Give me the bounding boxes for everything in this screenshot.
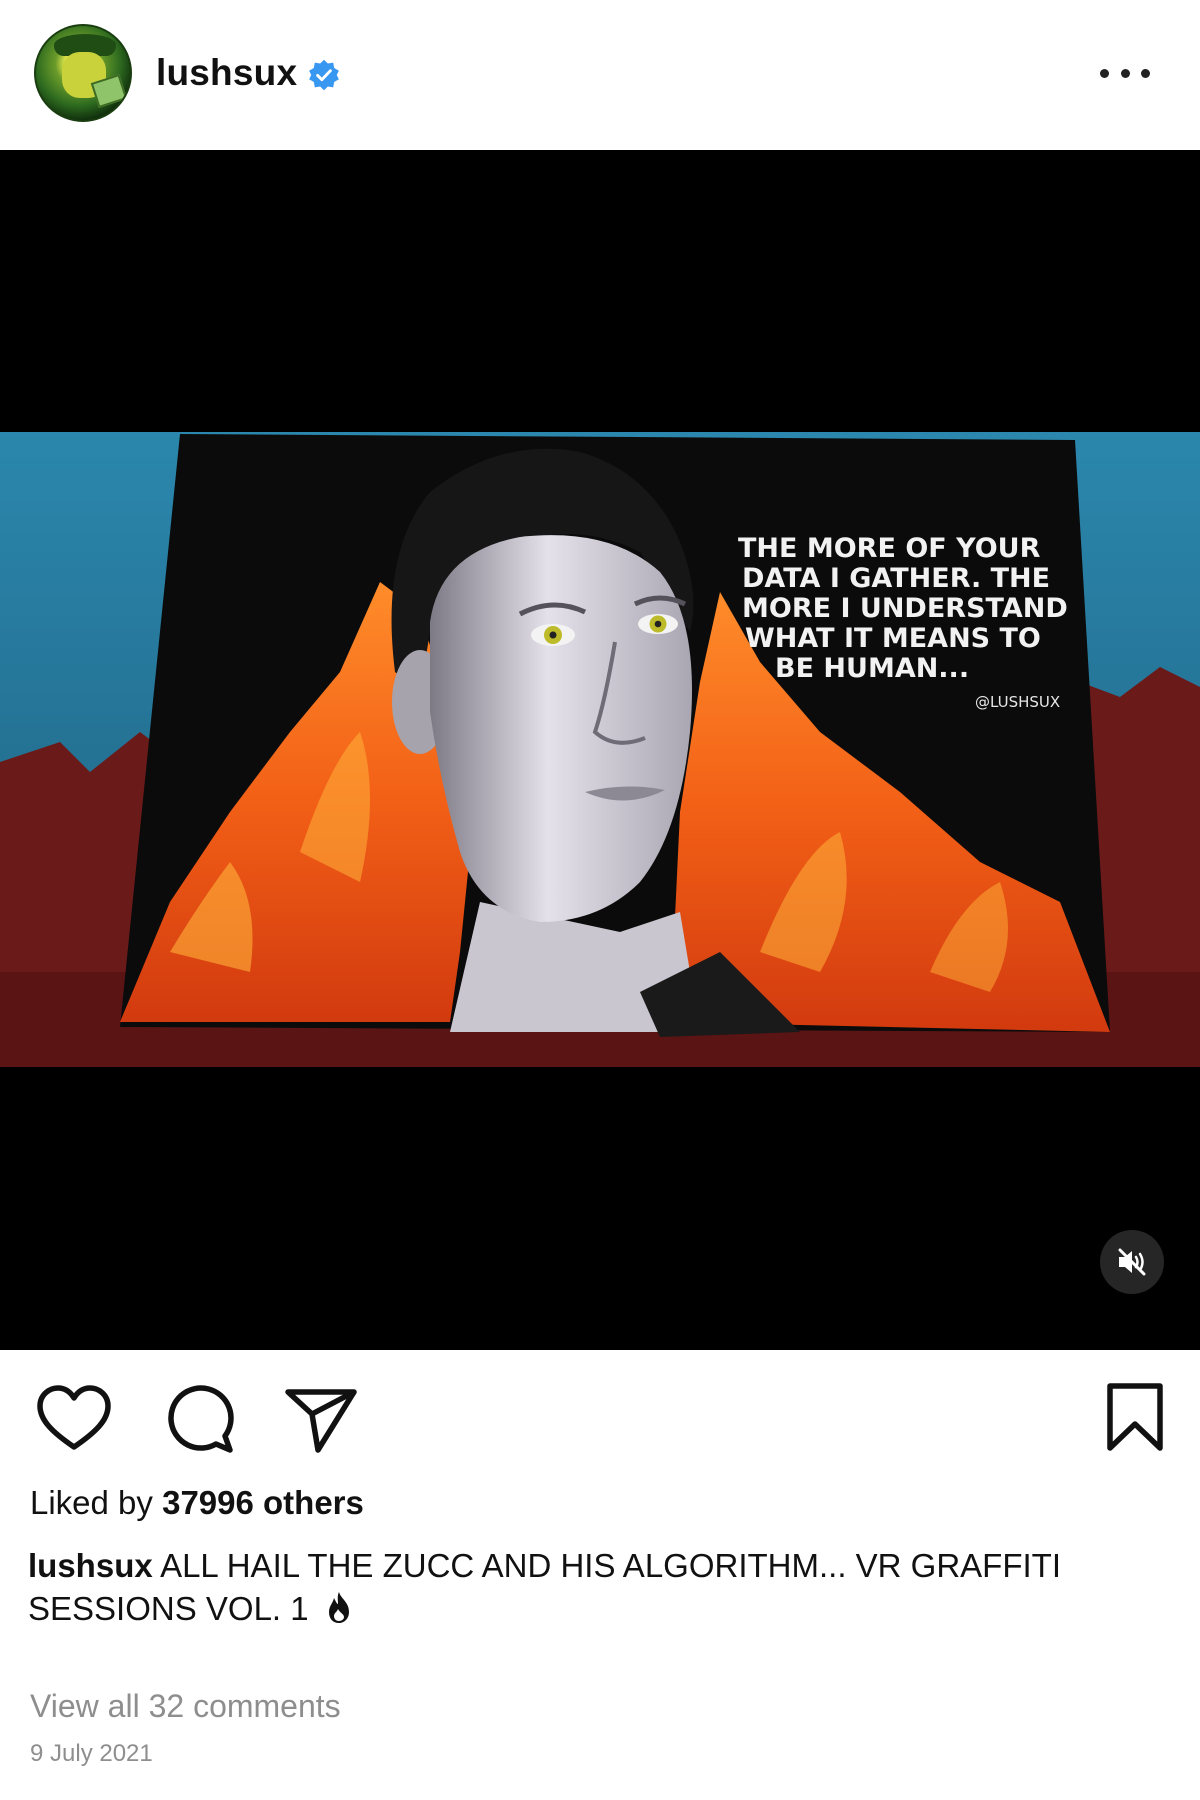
fire-emoji-icon — [328, 1592, 349, 1623]
post-header: lushsux — [0, 0, 1200, 150]
likes-prefix: Liked by — [30, 1484, 163, 1521]
more-options-icon[interactable] — [1100, 58, 1150, 88]
comment-icon[interactable] — [158, 1380, 238, 1460]
caption-username[interactable]: lushsux — [28, 1547, 153, 1584]
post-video[interactable]: THE MORE OF YOUR DATA I GATHER. THE MORE… — [0, 150, 1200, 1350]
more-dot — [1141, 68, 1150, 78]
more-dot — [1120, 68, 1130, 78]
post-action-bar — [0, 1350, 1200, 1460]
graffiti-artwork: THE MORE OF YOUR DATA I GATHER. THE MORE… — [0, 432, 1200, 1067]
speaker-muted-icon — [1118, 1248, 1146, 1276]
post-caption: lushsux ALL HAIL THE ZUCC AND HIS ALGORI… — [28, 1544, 1178, 1630]
share-icon[interactable] — [282, 1380, 362, 1460]
caption-text: ALL HAIL THE ZUCC AND HIS ALGORITHM... V… — [28, 1547, 1061, 1627]
artwork-signature: @LUSHSUX — [975, 693, 1060, 711]
likes-summary[interactable]: Liked by 37996 others — [30, 1484, 364, 1522]
verified-badge-icon — [309, 59, 339, 91]
heart-icon[interactable] — [34, 1380, 114, 1460]
profile-avatar[interactable] — [34, 24, 132, 122]
post-date: 9 July 2021 — [30, 1740, 153, 1767]
likes-count[interactable]: 37996 others — [162, 1484, 364, 1521]
bookmark-icon[interactable] — [1098, 1380, 1178, 1460]
mute-toggle-button[interactable] — [1100, 1230, 1164, 1294]
more-dot — [1100, 68, 1109, 78]
view-all-comments-link[interactable]: View all 32 comments — [30, 1688, 341, 1725]
post-username[interactable]: lushsux — [156, 52, 297, 94]
